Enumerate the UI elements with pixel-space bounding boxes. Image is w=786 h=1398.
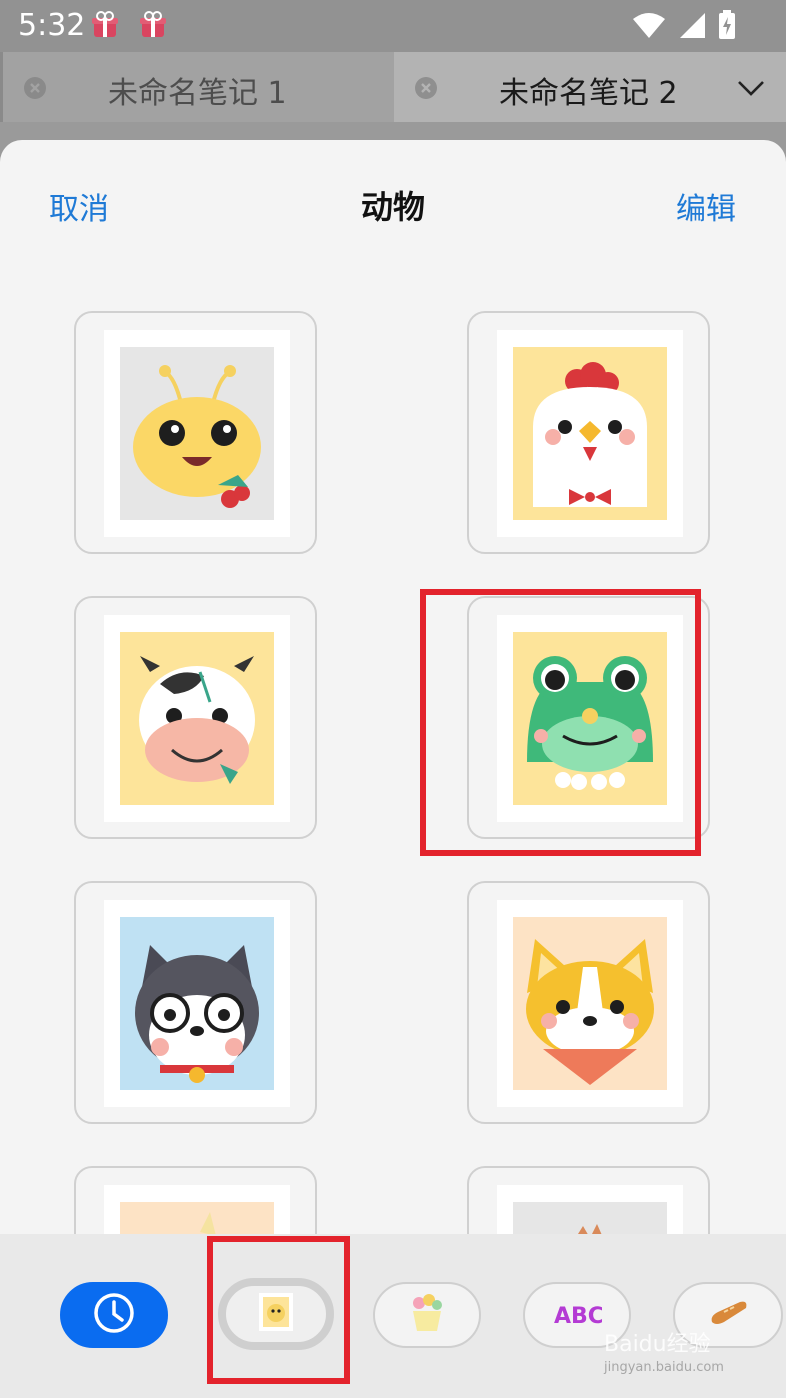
status-bar: 5:32 bbox=[0, 0, 786, 52]
status-indicators bbox=[632, 10, 736, 44]
chevron-down-icon[interactable] bbox=[736, 74, 766, 100]
recent-category-tab[interactable] bbox=[60, 1282, 168, 1348]
close-tab-icon[interactable] bbox=[414, 76, 438, 100]
corgi-sticker-icon bbox=[513, 917, 667, 1090]
sticker-tile-corgi[interactable] bbox=[467, 881, 710, 1124]
highlight-frame bbox=[420, 589, 701, 856]
close-tab-icon[interactable] bbox=[23, 76, 47, 100]
tab-title: 未命名笔记 2 bbox=[499, 76, 678, 111]
sticker-tile-cow[interactable] bbox=[74, 596, 317, 839]
flower-cup-icon bbox=[405, 1291, 449, 1339]
sticker-tile-husky[interactable] bbox=[74, 881, 317, 1124]
cow-sticker-icon bbox=[120, 632, 274, 805]
sheet-title: 动物 bbox=[360, 188, 425, 226]
gift-notification-icon bbox=[90, 10, 120, 40]
abc-letters-icon: ABC bbox=[552, 1295, 604, 1335]
svg-text:ABC: ABC bbox=[554, 1304, 602, 1329]
clock-icon bbox=[92, 1291, 136, 1339]
sticker-tile-bee[interactable] bbox=[74, 311, 317, 554]
baidu-watermark: Baidu经验 jingyan.baidu.com bbox=[604, 1326, 724, 1375]
note-tab-bar: 未命名笔记 1 未命名笔记 2 bbox=[0, 52, 786, 122]
watermark-brand: Baidu经验 bbox=[604, 1332, 711, 1357]
status-time: 5:32 bbox=[18, 8, 86, 43]
husky-sticker-icon bbox=[120, 917, 274, 1090]
gift-notification-icon bbox=[138, 10, 168, 40]
highlight-frame bbox=[207, 1236, 350, 1384]
note-tab-1[interactable]: 未命名笔记 1 bbox=[0, 52, 395, 122]
chicken-sticker-icon bbox=[513, 347, 667, 520]
tab-title: 未命名笔记 1 bbox=[108, 76, 287, 111]
note-tab-2[interactable]: 未命名笔记 2 bbox=[394, 52, 786, 122]
battery-charging-icon bbox=[718, 10, 736, 44]
sticker-tile-chicken[interactable] bbox=[467, 311, 710, 554]
wifi-icon bbox=[632, 11, 666, 43]
watermark-url: jingyan.baidu.com bbox=[604, 1360, 724, 1375]
cell-signal-icon bbox=[678, 11, 706, 43]
edit-button[interactable]: 编辑 bbox=[676, 184, 736, 228]
plants-category-tab[interactable] bbox=[373, 1282, 481, 1348]
bee-sticker-icon bbox=[120, 347, 274, 520]
